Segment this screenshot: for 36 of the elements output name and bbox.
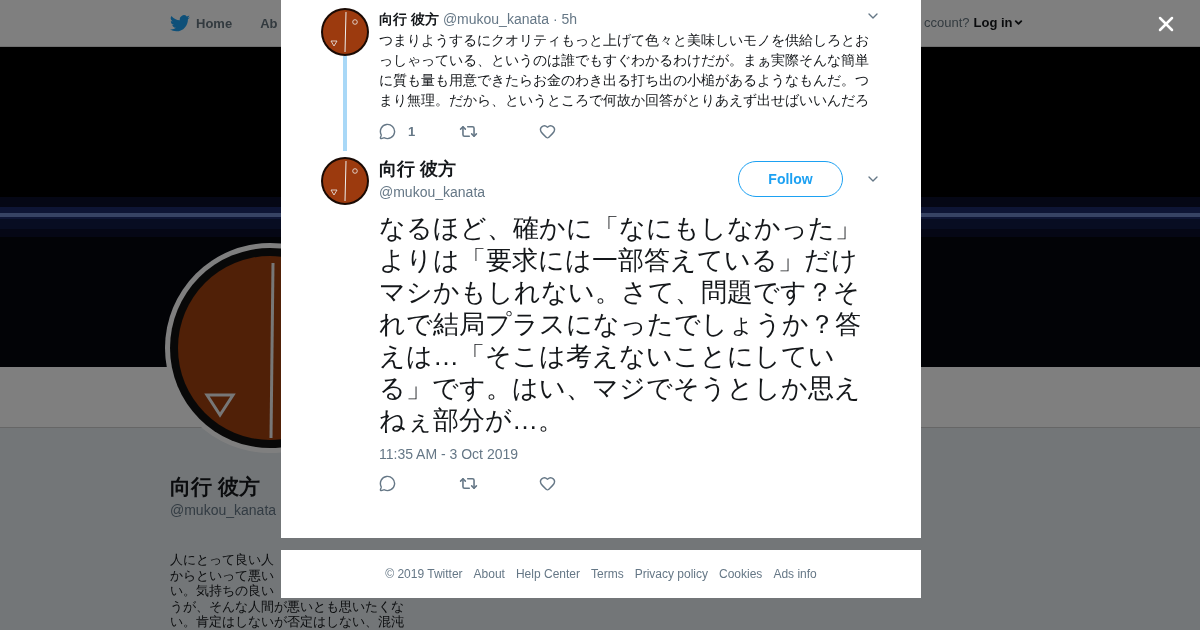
reply-button[interactable]: 1	[379, 123, 459, 140]
tweet-text: つまりようするにクオリティもっと上げて色々と美味しいモノを供給しろとおっしゃっている、というのは誰でもすぐわかるわけだが。まぁ実際そんな簡単に質も量も用意できたらお金のわき出る打ち出の小槌があるようなもんだ。つまり無理。だから、というところで何故か回答がとりあえず出せばいいんだろ	[379, 31, 870, 110]
tweet-time: · 5h	[552, 11, 578, 27]
bio-line: からといって悪い	[170, 567, 274, 583]
tweet-text: なるほど、確かに「なにもしなかった」よりは「要求には一部答えている」だけマシかもしれない。さて、問題です？それで結局プラスになったでしょうか？答えは…「そこは考えないことにしている」です。はい、マジでそうとしか思えねぇ部分が…。	[379, 212, 862, 436]
tweet-timestamp: 11:35 AM - 3 Oct 2019	[379, 446, 520, 462]
author-name: 向行 彼方	[379, 11, 439, 29]
footer-link[interactable]: Help Center	[515, 567, 580, 581]
bio-line: うが、そんな人間が悪いとも思いたくな	[170, 598, 404, 614]
avatar	[321, 8, 369, 56]
heart-icon	[539, 123, 556, 140]
home-link[interactable]: Home	[170, 14, 233, 32]
profile-handle: @mukou_kanata	[170, 502, 277, 518]
author-name: 向行 彼方	[379, 158, 457, 181]
bird-icon	[170, 14, 190, 32]
footer-link[interactable]: Terms	[591, 567, 624, 581]
follow-button[interactable]: Follow	[738, 160, 843, 197]
heart-icon	[539, 475, 556, 492]
bio-line: 人にとって良い人	[170, 552, 274, 568]
footer-link[interactable]: Ads info	[773, 567, 817, 581]
bio-line: い。肯定はしないが否定はしない、混沌	[170, 614, 404, 630]
author-handle: @mukou_kanata	[442, 11, 549, 27]
profile-name: 向行 彼方	[170, 474, 260, 499]
nav-link[interactable]: Ab	[260, 15, 278, 31]
footer-link[interactable]: About	[473, 567, 505, 581]
speech-bubble-icon	[379, 123, 396, 140]
caret-icon	[1012, 17, 1024, 28]
footer-link[interactable]: Cookies	[719, 567, 763, 581]
author-handle: @mukou_kanata	[379, 184, 486, 200]
footer-link[interactable]: Privacy policy	[634, 567, 708, 581]
bio-line: い。気持ちの良い	[170, 583, 274, 599]
footer-link[interactable]: © 2019 Twitter	[385, 567, 463, 581]
avatar	[321, 157, 369, 205]
account-prompt: ccount?	[924, 15, 970, 30]
speech-bubble-icon	[379, 475, 396, 492]
login-link[interactable]: Log in	[973, 15, 1024, 30]
